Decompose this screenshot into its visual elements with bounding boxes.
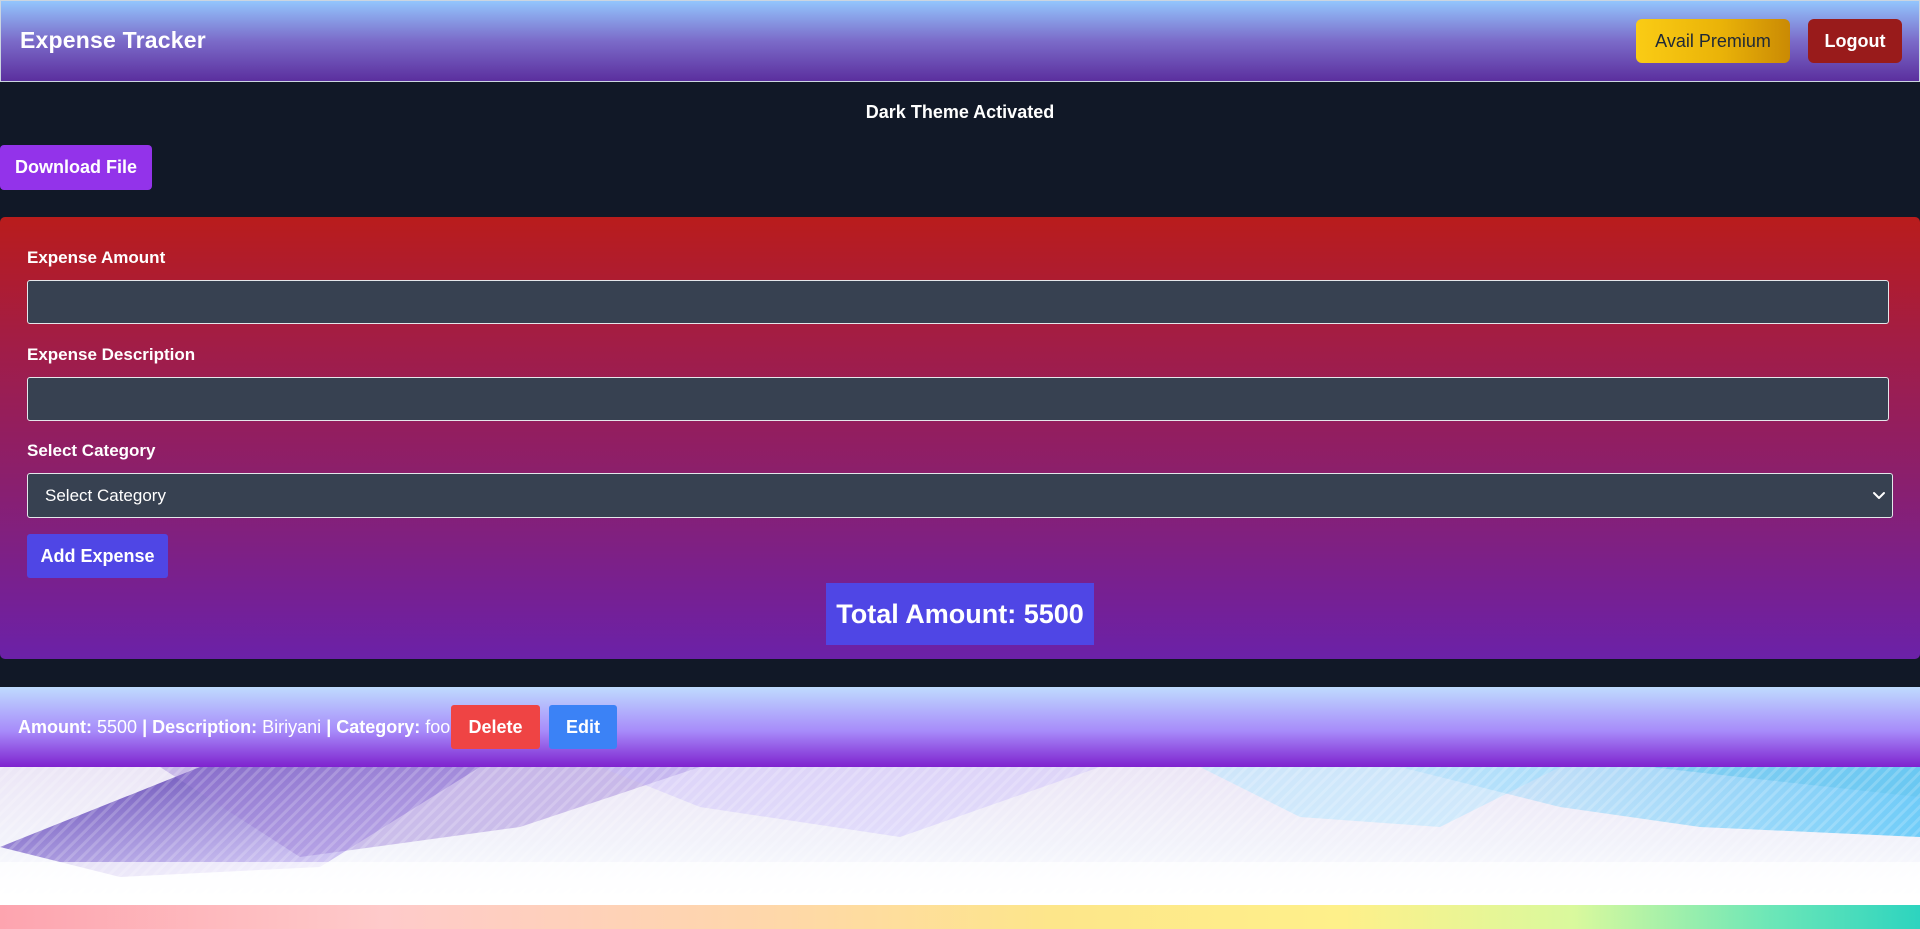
background-image <box>0 767 1920 905</box>
abstract-background-shapes <box>0 767 1920 905</box>
category-key: Category: <box>336 717 421 737</box>
total-amount: Total Amount: 5500 <box>826 583 1094 645</box>
download-file-button[interactable]: Download File <box>0 145 152 190</box>
expense-description-label: Expense Description <box>27 345 196 364</box>
expense-amount-label: Expense Amount <box>27 248 166 267</box>
chevron-down-icon <box>1873 492 1885 499</box>
amount-key: Amount: <box>18 717 92 737</box>
select-category-label: Select Category <box>27 441 156 460</box>
edit-button[interactable]: Edit <box>549 705 617 749</box>
brand-title[interactable]: Expense Tracker <box>20 27 206 54</box>
logout-button[interactable]: Logout <box>1808 19 1902 63</box>
separator: | <box>142 717 148 737</box>
expense-form: Expense Amount Expense Description Selec… <box>0 217 1920 659</box>
category-select-value: Select Category <box>45 485 166 505</box>
delete-button[interactable]: Delete <box>451 705 540 749</box>
navbar: Expense Tracker Avail Premium Logout <box>0 0 1920 82</box>
separator: | <box>326 717 332 737</box>
rainbow-stripe <box>0 905 1920 929</box>
category-select[interactable]: Select Category <box>27 473 1893 518</box>
avail-premium-button[interactable]: Avail Premium <box>1636 19 1790 63</box>
amount-value: 5500 <box>97 717 138 737</box>
expense-amount-input[interactable] <box>27 280 1889 324</box>
add-expense-button[interactable]: Add Expense <box>27 534 168 578</box>
expense-item-text: Amount: 5500 | Description: Biriyani | C… <box>18 717 460 738</box>
description-value: Biriyani <box>262 717 322 737</box>
list-item: Amount: 5500 | Description: Biriyani | C… <box>0 687 1920 767</box>
expense-description-input[interactable] <box>27 377 1889 421</box>
theme-notice: Dark Theme Activated <box>865 102 1055 122</box>
description-key: Description: <box>152 717 258 737</box>
